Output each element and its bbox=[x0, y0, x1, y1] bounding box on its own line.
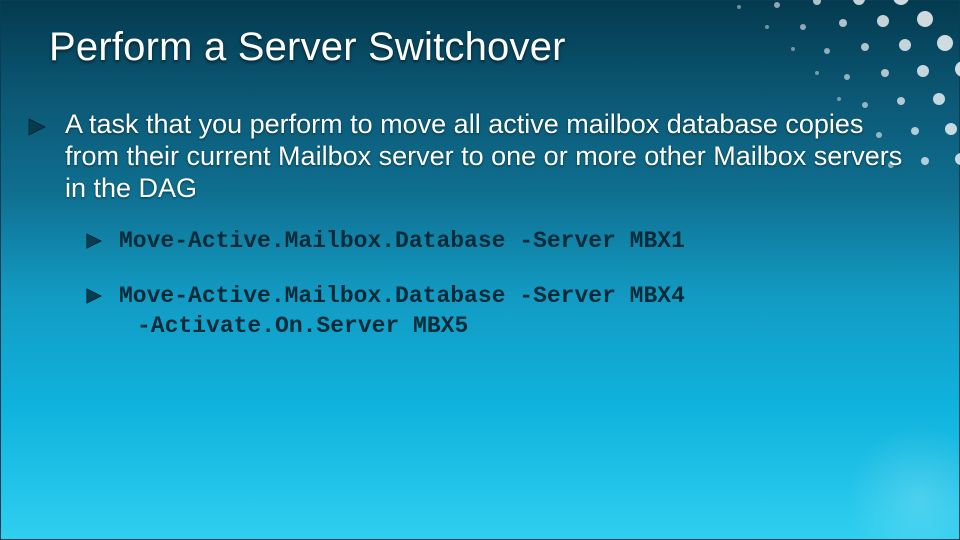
bullet-item-lead: A task that you perform to move all acti… bbox=[27, 109, 939, 205]
bullet-item-command-1: Move-Active.Mailbox.Database -Server MBX… bbox=[85, 227, 939, 257]
code-line: -Activate.On.Server MBX5 bbox=[137, 312, 685, 342]
triangle-bullet-icon bbox=[85, 232, 103, 250]
command-text: Move-Active.Mailbox.Database -Server MBX… bbox=[119, 227, 685, 257]
lead-text: A task that you perform to move all acti… bbox=[65, 109, 905, 205]
command-text: Move-Active.Mailbox.Database -Server MBX… bbox=[119, 282, 685, 342]
bullet-item-command-2: Move-Active.Mailbox.Database -Server MBX… bbox=[85, 282, 939, 342]
slide: Perform a Server Switchover A task that … bbox=[0, 0, 960, 540]
triangle-bullet-icon bbox=[27, 117, 47, 137]
triangle-bullet-icon bbox=[85, 287, 103, 305]
slide-body: A task that you perform to move all acti… bbox=[27, 109, 939, 368]
slide-title: Perform a Server Switchover bbox=[49, 25, 566, 70]
code-line: Move-Active.Mailbox.Database -Server MBX… bbox=[119, 228, 685, 254]
code-line: Move-Active.Mailbox.Database -Server MBX… bbox=[119, 283, 685, 309]
